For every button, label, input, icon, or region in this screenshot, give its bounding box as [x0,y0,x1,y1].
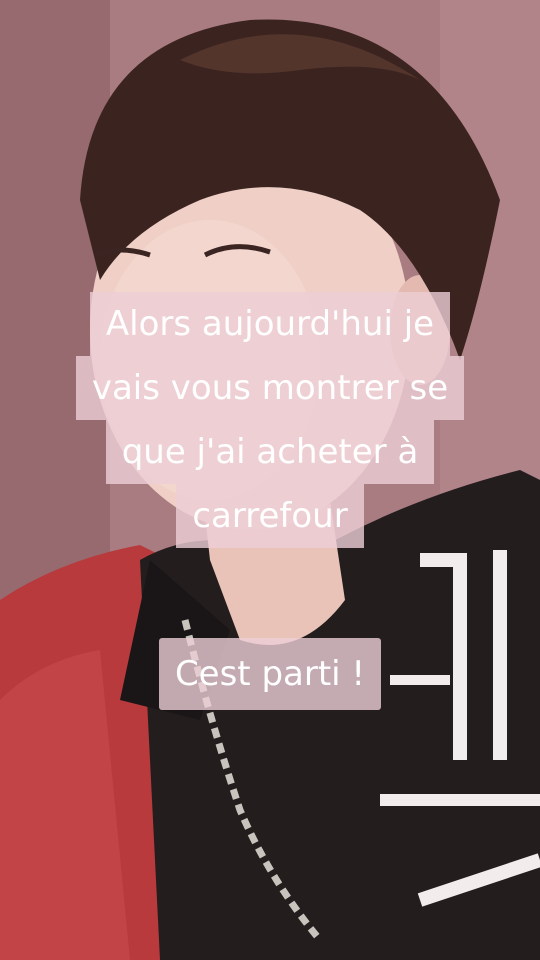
caption-start-text: Cest parti ! [158,638,382,710]
caption-intro: Alors aujourd'hui je vais vous montrer s… [0,292,540,548]
caption-line-1: Alors aujourd'hui je [89,292,451,356]
caption-start: Cest parti ! [0,638,540,710]
caption-line-3: que j'ai acheter à [105,420,435,484]
video-screen[interactable]: Alors aujourd'hui je vais vous montrer s… [0,0,540,960]
caption-line-2: vais vous montrer se [75,356,465,420]
caption-line-4: carrefour [176,484,364,548]
